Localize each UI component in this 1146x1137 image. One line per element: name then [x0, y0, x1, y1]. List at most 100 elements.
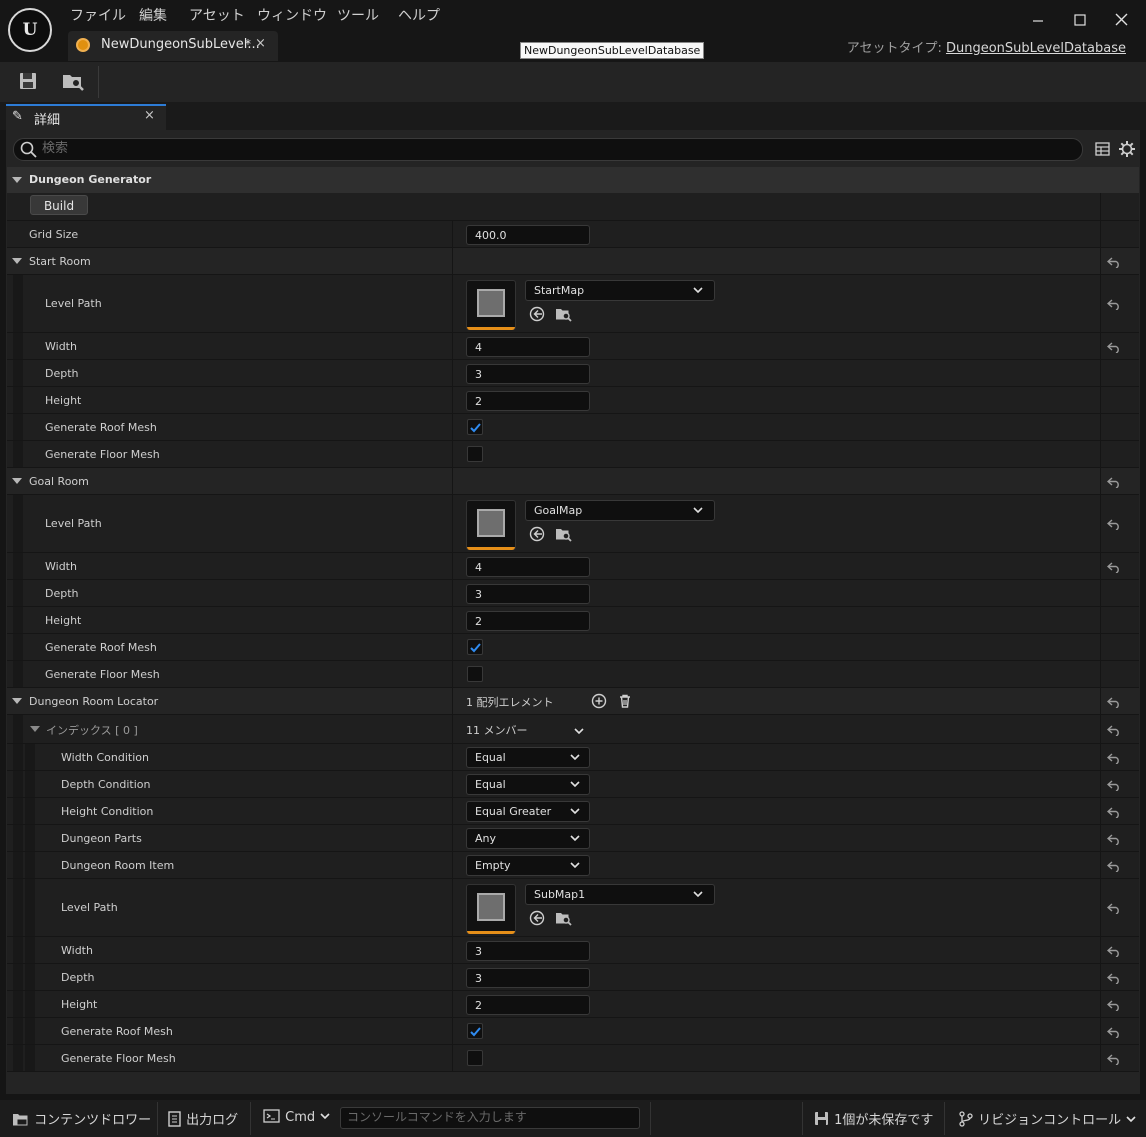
reset-to-default-icon[interactable]	[1107, 833, 1121, 845]
roof-mesh-checkbox[interactable]	[467, 1023, 483, 1039]
level-thumbnail[interactable]	[466, 884, 516, 934]
console-input[interactable]	[347, 1109, 631, 1125]
maximize-button[interactable]	[1069, 10, 1091, 30]
collapse-arrow-icon[interactable]	[12, 478, 22, 484]
tab-close-icon[interactable]: ×	[144, 108, 155, 123]
reset-to-default-icon[interactable]	[1107, 860, 1121, 872]
roof-mesh-checkbox[interactable]	[467, 419, 483, 435]
table-view-icon[interactable]	[1095, 141, 1111, 157]
tab-close-icon[interactable]: ×	[255, 36, 266, 51]
menu-tools[interactable]: ツール	[337, 5, 379, 25]
width-field[interactable]: 4	[466, 337, 590, 357]
cmd-dropdown[interactable]: Cmd	[263, 1109, 331, 1125]
minimize-button[interactable]	[1027, 10, 1049, 30]
depth-condition-dropdown[interactable]: Equal	[466, 774, 590, 795]
menu-file[interactable]: ファイル	[70, 5, 126, 25]
branch-icon	[959, 1111, 973, 1127]
asset-type-link[interactable]: DungeonSubLevelDatabase	[946, 41, 1126, 56]
console-box[interactable]	[340, 1107, 640, 1129]
width-condition-dropdown[interactable]: Equal	[466, 747, 590, 768]
document-tab[interactable]: NewDungeonSubLevel... * ×	[68, 31, 278, 61]
menu-window[interactable]: ウィンドウ	[257, 5, 327, 25]
reset-to-default-icon[interactable]	[1107, 476, 1121, 488]
minimize-icon	[1033, 20, 1043, 22]
height-field[interactable]: 2	[466, 995, 590, 1015]
reset-to-default-icon[interactable]	[1107, 945, 1121, 957]
depth-field[interactable]: 3	[466, 364, 590, 384]
gear-icon[interactable]	[1118, 140, 1136, 158]
level-path-picker[interactable]: SubMap1	[525, 884, 715, 905]
reset-to-default-icon[interactable]	[1107, 752, 1121, 764]
reset-to-default-icon[interactable]	[1107, 806, 1121, 818]
reset-to-default-icon[interactable]	[1107, 724, 1121, 736]
width-field[interactable]: 4	[466, 557, 590, 577]
output-log-button[interactable]: 出力ログ	[168, 1109, 238, 1128]
reset-to-default-icon[interactable]	[1107, 341, 1121, 353]
reset-to-default-icon[interactable]	[1107, 999, 1121, 1011]
floor-mesh-checkbox[interactable]	[467, 666, 483, 682]
category-dungeon-generator[interactable]: Dungeon Generator	[7, 167, 1139, 193]
menu-help[interactable]: ヘルプ	[398, 5, 440, 25]
height-field[interactable]: 2	[466, 391, 590, 411]
level-path-value: GoalMap	[534, 504, 583, 517]
reset-to-default-icon[interactable]	[1107, 902, 1121, 914]
reset-to-default-icon[interactable]	[1107, 298, 1121, 310]
category-room-locator[interactable]: Dungeon Room Locator 1 配列エレメント	[7, 688, 1139, 715]
content-drawer-button[interactable]: コンテンツドロワー	[12, 1109, 151, 1128]
divider	[650, 1102, 651, 1135]
browse-asset-icon[interactable]	[555, 526, 573, 542]
reset-to-default-icon[interactable]	[1107, 779, 1121, 791]
chevron-down-icon	[320, 1113, 330, 1120]
use-selected-icon[interactable]	[529, 306, 547, 322]
category-start-room[interactable]: Start Room	[7, 248, 1139, 275]
array-index-row[interactable]: インデックス [ 0 ] 11 メンバー	[7, 715, 1139, 744]
height-field[interactable]: 2	[466, 611, 590, 631]
level-thumbnail[interactable]	[466, 500, 516, 550]
height-condition-dropdown[interactable]: Equal Greater	[466, 801, 590, 822]
roof-mesh-checkbox[interactable]	[467, 639, 483, 655]
chevron-down-icon[interactable]	[573, 725, 585, 737]
build-button[interactable]: Build	[30, 195, 88, 215]
search-box[interactable]	[13, 138, 1083, 161]
ue-logo-icon[interactable]: U	[8, 8, 52, 52]
revision-control-button[interactable]: リビジョンコントロール	[958, 1109, 1137, 1128]
close-button[interactable]	[1111, 10, 1133, 30]
collapse-arrow-icon[interactable]	[12, 258, 22, 264]
level-path-picker[interactable]: StartMap	[525, 280, 715, 301]
collapse-arrow-icon[interactable]	[12, 177, 22, 183]
use-selected-icon[interactable]	[529, 526, 547, 542]
reset-to-default-icon[interactable]	[1107, 256, 1121, 268]
collapse-arrow-icon[interactable]	[12, 698, 22, 704]
reset-to-default-icon[interactable]	[1107, 518, 1121, 530]
category-goal-room[interactable]: Goal Room	[7, 468, 1139, 495]
reset-to-default-icon[interactable]	[1107, 1053, 1121, 1065]
depth-field[interactable]: 3	[466, 968, 590, 988]
trash-icon[interactable]	[617, 693, 633, 709]
save-button[interactable]	[17, 70, 43, 94]
room-item-dropdown[interactable]: Empty	[466, 855, 590, 876]
level-thumbnail[interactable]	[466, 280, 516, 330]
floor-mesh-checkbox[interactable]	[467, 446, 483, 462]
asset-type: アセットタイプ: DungeonSubLevelDatabase	[847, 37, 1126, 56]
unsaved-button[interactable]: 1個が未保存です	[814, 1109, 933, 1128]
dungeon-parts-dropdown[interactable]: Any	[466, 828, 590, 849]
width-field[interactable]: 3	[466, 941, 590, 961]
browse-asset-icon[interactable]	[555, 910, 573, 926]
level-path-picker[interactable]: GoalMap	[525, 500, 715, 521]
browse-button[interactable]	[61, 70, 87, 94]
depth-field[interactable]: 3	[466, 584, 590, 604]
grid-size-field[interactable]: 400.0	[466, 225, 590, 245]
reset-to-default-icon[interactable]	[1107, 972, 1121, 984]
reset-to-default-icon[interactable]	[1107, 1026, 1121, 1038]
reset-to-default-icon[interactable]	[1107, 561, 1121, 573]
tab-details[interactable]: ✎ 詳細 ×	[6, 104, 166, 130]
collapse-arrow-icon[interactable]	[30, 726, 40, 732]
menu-asset[interactable]: アセット	[189, 5, 245, 25]
browse-asset-icon[interactable]	[555, 306, 573, 322]
reset-to-default-icon[interactable]	[1107, 696, 1121, 708]
use-selected-icon[interactable]	[529, 910, 547, 926]
floor-mesh-checkbox[interactable]	[467, 1050, 483, 1066]
search-input[interactable]	[42, 140, 1062, 157]
add-element-icon[interactable]	[591, 693, 607, 709]
menu-edit[interactable]: 編集	[139, 5, 167, 25]
